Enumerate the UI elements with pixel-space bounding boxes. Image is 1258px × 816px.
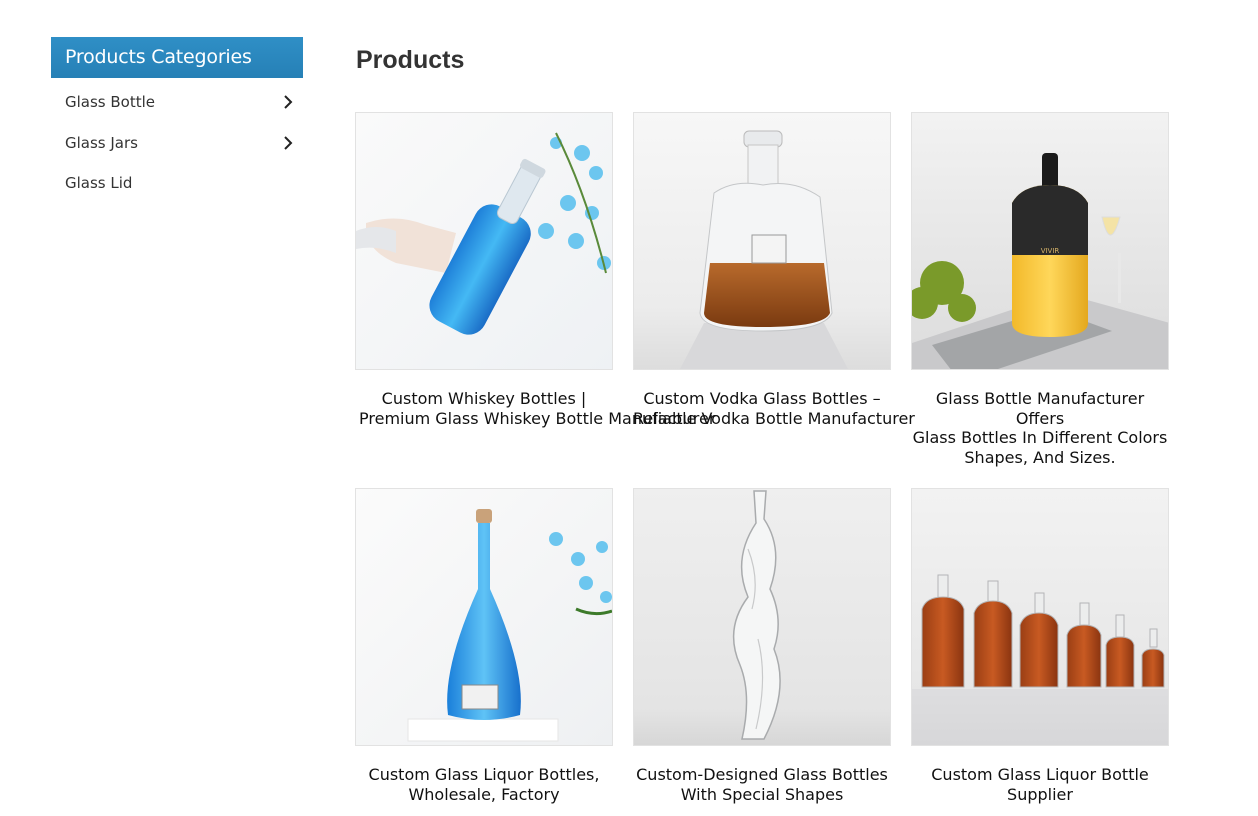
product-title[interactable]: Custom Glass Liquor Bottle Supplier <box>911 765 1169 804</box>
product-categories-sidebar: Products Categories Glass Bottle Glass J… <box>51 37 303 214</box>
category-glass-lid[interactable]: Glass Lid <box>51 173 303 214</box>
category-label: Glass Bottle <box>65 93 156 111</box>
caption-line: With Special Shapes <box>680 784 844 804</box>
product-image-decanter[interactable] <box>633 112 891 370</box>
caption-line: Custom Glass Liquor Bottles, <box>368 765 600 784</box>
caption-line: Glass Bottles In Different Colors <box>912 428 1168 447</box>
caption-line: Custom Vodka Glass Bottles – <box>643 389 881 408</box>
product-card[interactable]: Custom Glass Liquor Bottles, Wholesale, … <box>355 488 613 804</box>
product-image-shaped-bottle[interactable] <box>633 488 891 746</box>
product-image <box>356 113 612 369</box>
product-title[interactable]: Custom Whiskey Bottles | Premium Glass W… <box>355 389 716 428</box>
product-image-blue-bottle[interactable] <box>355 112 613 370</box>
category-glass-bottle[interactable]: Glass Bottle <box>51 92 303 133</box>
product-image-vivir-bottle[interactable]: VIVIR <box>911 112 1169 370</box>
product-card[interactable]: Custom Glass Liquor Bottle Supplier <box>911 488 1169 804</box>
category-glass-jars[interactable]: Glass Jars <box>51 133 303 174</box>
product-title[interactable]: Custom-Designed Glass Bottles With Speci… <box>633 765 891 804</box>
category-label: Glass Lid <box>65 174 133 192</box>
product-image-tall-blue-bottle[interactable] <box>355 488 613 746</box>
chevron-right-icon[interactable] <box>283 95 293 109</box>
category-list: Glass Bottle Glass Jars Glass Lid <box>51 92 303 214</box>
caption-line: Reliable Vodka Bottle Manufacturer <box>633 408 915 428</box>
caption-line: Glass Bottle Manufacturer Offers <box>935 389 1145 428</box>
caption-line: Wholesale, Factory <box>408 784 560 804</box>
product-image <box>634 489 890 745</box>
caption-line: Custom-Designed Glass Bottles <box>636 765 888 784</box>
product-image <box>356 489 612 745</box>
chevron-right-icon[interactable] <box>283 135 293 150</box>
product-card[interactable]: Custom-Designed Glass Bottles With Speci… <box>633 488 891 804</box>
caption-line: Supplier <box>1007 784 1073 804</box>
caption-line: Premium Glass Whiskey Bottle Manufacture… <box>359 408 716 428</box>
category-label: Glass Jars <box>65 133 138 152</box>
product-title[interactable]: Custom Vodka Glass Bottles – Reliable Vo… <box>633 389 915 428</box>
product-image <box>634 113 890 369</box>
product-title[interactable]: Custom Glass Liquor Bottles, Wholesale, … <box>355 765 613 804</box>
product-image: VIVIR <box>912 113 1168 369</box>
svg-text:VIVIR: VIVIR <box>1041 247 1060 255</box>
product-image <box>912 489 1168 745</box>
sidebar-title: Products Categories <box>51 37 303 78</box>
caption-line: Shapes, And Sizes. <box>964 447 1116 467</box>
product-image-bottle-row[interactable] <box>911 488 1169 746</box>
product-card[interactable]: VIVIR Glass Bottle Manufacturer Offers G… <box>911 112 1169 467</box>
caption-line: Custom Whiskey Bottles | <box>381 389 587 408</box>
caption-line: Custom Glass Liquor Bottle <box>931 765 1149 784</box>
product-card[interactable]: Custom Vodka Glass Bottles – Reliable Vo… <box>633 112 915 428</box>
product-title[interactable]: Glass Bottle Manufacturer Offers Glass B… <box>911 389 1169 467</box>
page-title: Products <box>356 46 465 74</box>
product-card[interactable]: Custom Whiskey Bottles | Premium Glass W… <box>355 112 715 428</box>
